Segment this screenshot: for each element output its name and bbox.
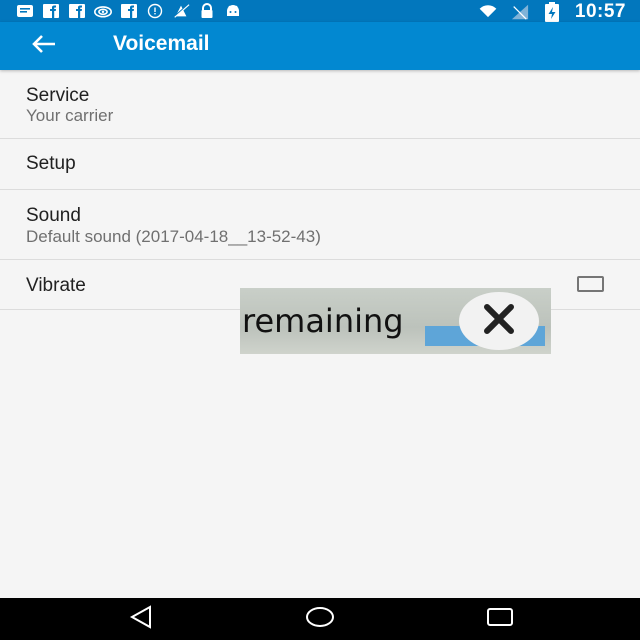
home-icon [305,605,335,634]
app-bar: Voicemail [0,22,640,70]
back-icon [128,604,154,634]
lock-icon [198,3,216,19]
battery-charging-icon [543,2,561,22]
nav-back-button[interactable] [126,604,156,634]
setting-service-summary: Your carrier [26,106,114,125]
no-signal-icon [511,4,529,20]
setting-service-title: Service [26,85,90,106]
close-icon [481,303,517,339]
nav-recents-button[interactable] [485,606,515,632]
wifi-hotspot-icon [94,3,112,19]
system-icons: 10:57 [479,1,626,23]
message-icon [16,3,34,19]
alert-icon [146,3,164,19]
facebook-icon [42,3,60,19]
setting-setup[interactable]: Setup [0,139,640,190]
arrow-back-icon [31,34,57,59]
back-button[interactable] [24,32,64,60]
facebook-icon [120,3,138,19]
page-title: Voicemail [113,32,210,55]
setting-service[interactable]: Service Your carrier [0,70,640,139]
setting-sound-title: Sound [26,205,81,226]
close-button[interactable] [459,292,539,350]
clock: 10:57 [574,1,626,22]
facebook-icon [68,3,86,19]
setting-setup-title: Setup [26,153,76,174]
wifi-icon [479,4,497,20]
recents-icon [486,606,514,633]
setting-sound-summary: Default sound (2017-04-18__13-52-43) [26,227,321,246]
navigation-bar [0,598,640,640]
android-icon [224,3,242,19]
status-bar: 10:57 [0,0,640,22]
setting-vibrate-title: Vibrate [26,275,86,296]
no-location-icon [172,3,190,19]
settings-list: Service Your carrier Setup Sound Default… [0,70,640,310]
notification-icons [16,3,242,19]
banner-text: remaining [242,302,404,340]
vibrate-checkbox[interactable] [577,276,604,292]
setting-sound[interactable]: Sound Default sound (2017-04-18__13-52-4… [0,190,640,260]
nav-home-button[interactable] [305,606,335,632]
overlay-banner: remaining [240,288,551,354]
